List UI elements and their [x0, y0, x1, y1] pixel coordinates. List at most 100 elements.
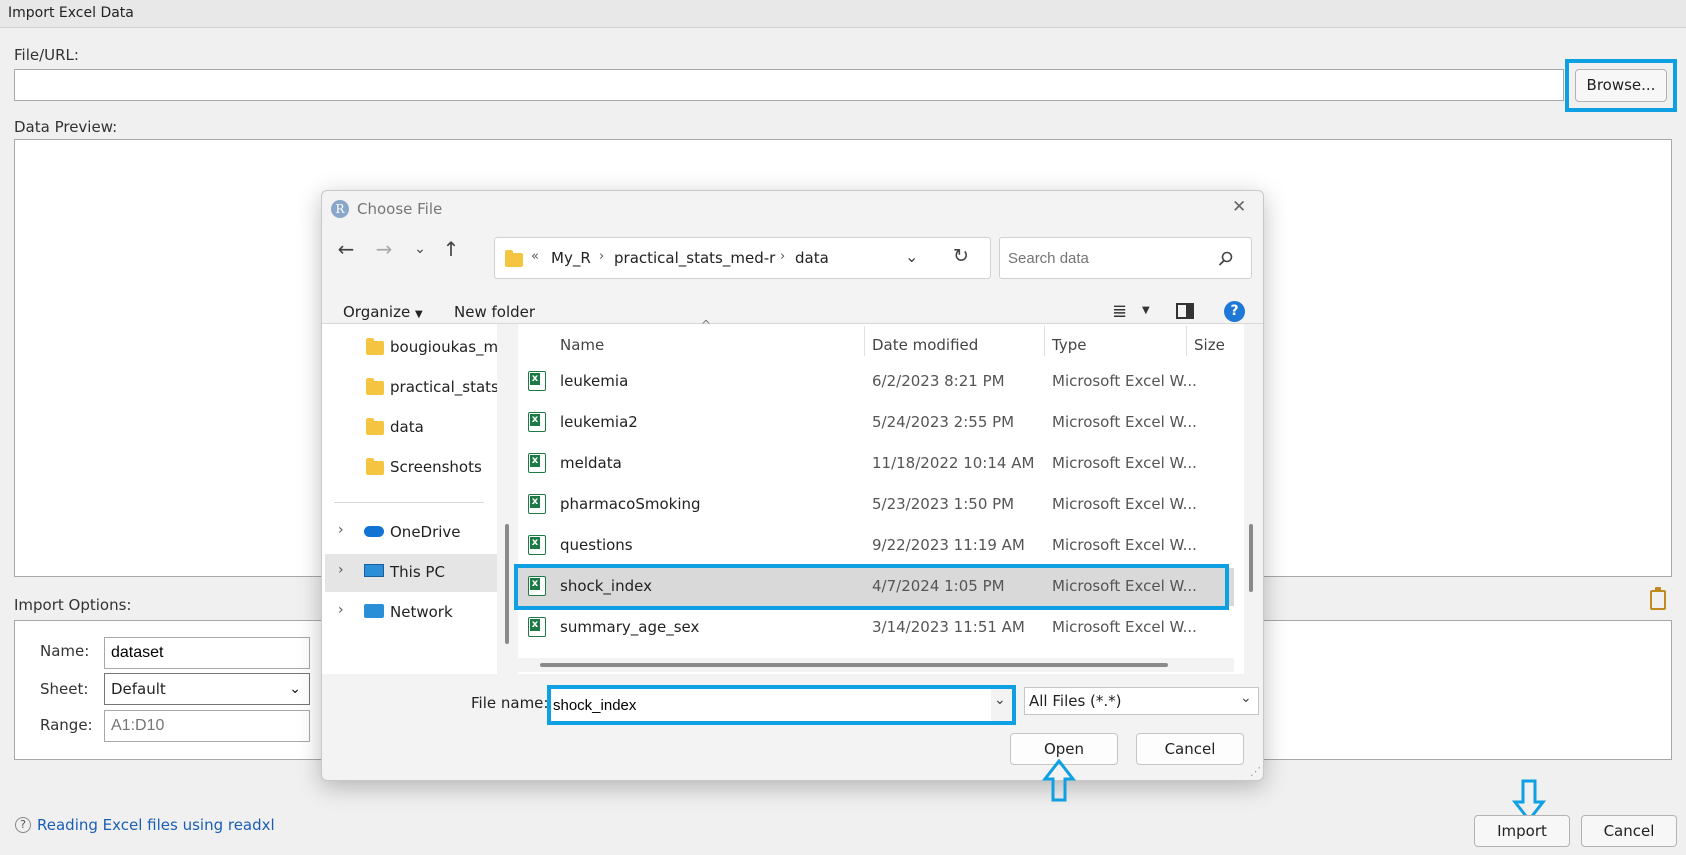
search-box[interactable]: [999, 237, 1252, 279]
horizontal-scrollbar-thumb[interactable]: [540, 663, 1168, 667]
nav-item-label: Network: [390, 603, 453, 621]
data-preview-label: Data Preview:: [14, 118, 118, 136]
address-bar[interactable]: « My_R › practical_stats_med-r › data ⌄ …: [494, 237, 991, 279]
up-icon[interactable]: ↑: [437, 235, 465, 263]
column-separator[interactable]: [1186, 326, 1187, 356]
file-type: Microsoft Excel W...: [1052, 618, 1197, 636]
recent-locations-icon[interactable]: ⌄: [406, 235, 434, 263]
new-folder-button[interactable]: New folder: [454, 303, 535, 321]
organize-menu[interactable]: Organize ▼: [343, 303, 423, 321]
dialog-titlebar: R Choose File ✕: [322, 191, 1263, 227]
file-name: leukemia2: [560, 413, 638, 431]
horizontal-scrollbar[interactable]: [518, 658, 1234, 672]
chevron-down-icon[interactable]: ⌄: [994, 692, 1006, 708]
file-row[interactable]: summary_age_sex 3/14/2023 11:51 AM Micro…: [518, 609, 1234, 647]
r-logo-icon: R: [331, 200, 349, 218]
import-options-label: Import Options:: [14, 596, 132, 614]
file-row[interactable]: meldata 11/18/2022 10:14 AM Microsoft Ex…: [518, 445, 1234, 483]
file-url-input[interactable]: [14, 69, 1564, 101]
nav-scrollbar-thumb[interactable]: [505, 524, 509, 644]
vertical-scrollbar[interactable]: [1244, 324, 1258, 674]
back-icon[interactable]: ←: [332, 235, 360, 263]
range-input[interactable]: [104, 710, 310, 742]
browse-button[interactable]: Browse...: [1575, 69, 1667, 102]
sheet-label: Sheet:: [40, 680, 89, 698]
column-header-name[interactable]: Name: [560, 336, 604, 354]
file-name: leukemia: [560, 372, 629, 390]
nav-item[interactable]: data: [322, 412, 497, 442]
excel-file-icon: [528, 494, 546, 514]
clipboard-icon[interactable]: [1650, 587, 1666, 610]
vertical-scrollbar-thumb[interactable]: [1249, 524, 1253, 592]
file-row[interactable]: pharmacoSmoking 5/23/2023 1:50 PM Micros…: [518, 486, 1234, 524]
breadcrumb-overflow[interactable]: «: [531, 249, 539, 264]
file-row[interactable]: questions 9/22/2023 11:19 AM Microsoft E…: [518, 527, 1234, 565]
file-date: 9/22/2023 11:19 AM: [872, 536, 1025, 554]
sheet-select[interactable]: Default ⌄: [104, 673, 310, 705]
caret-down-icon[interactable]: ▼: [1142, 305, 1150, 316]
folder-icon: [366, 378, 384, 395]
chevron-right-icon: ›: [338, 562, 344, 578]
file-date: 6/2/2023 8:21 PM: [872, 372, 1005, 390]
view-list-icon[interactable]: ≣: [1112, 301, 1127, 322]
nav-divider: [334, 502, 484, 503]
column-header-date[interactable]: Date modified: [872, 336, 978, 354]
refresh-icon[interactable]: ↻: [953, 245, 969, 267]
file-name: questions: [560, 536, 633, 554]
file-type: Microsoft Excel W...: [1052, 536, 1197, 554]
nav-item[interactable]: Screenshots: [322, 452, 497, 482]
file-type: Microsoft Excel W...: [1052, 454, 1197, 472]
resize-grip-icon[interactable]: ⋰: [1250, 765, 1261, 778]
column-separator[interactable]: [864, 326, 865, 356]
nav-item[interactable]: practical_stats_n: [322, 372, 497, 402]
excel-file-icon: [528, 412, 546, 432]
file-type-value: All Files (*.*): [1029, 692, 1122, 710]
file-date: 11/18/2022 10:14 AM: [872, 454, 1035, 472]
folder-icon: [366, 458, 384, 475]
column-separator[interactable]: [1044, 326, 1045, 356]
file-row[interactable]: leukemia2 5/24/2023 2:55 PM Microsoft Ex…: [518, 404, 1234, 442]
column-header-size[interactable]: Size: [1194, 336, 1225, 354]
search-icon: [1218, 251, 1233, 266]
name-input[interactable]: [104, 637, 310, 669]
dialog-title: Choose File: [357, 200, 443, 218]
file-date: 5/24/2023 2:55 PM: [872, 413, 1015, 431]
file-name: pharmacoSmoking: [560, 495, 701, 513]
excel-file-icon: [528, 535, 546, 555]
help-icon: ?: [15, 817, 31, 833]
search-input[interactable]: [1006, 244, 1206, 272]
nav-item-label: practical_stats_n: [390, 378, 497, 396]
close-icon[interactable]: ✕: [1232, 197, 1246, 217]
file-type: Microsoft Excel W...: [1052, 495, 1197, 513]
breadcrumb-item[interactable]: My_R: [551, 249, 591, 267]
nav-item-onedrive[interactable]: › OneDrive: [322, 514, 497, 552]
chevron-right-icon: ›: [599, 249, 605, 264]
name-label: Name:: [40, 642, 90, 660]
nav-item-network[interactable]: › Network: [322, 594, 497, 632]
file-row[interactable]: leukemia 6/2/2023 8:21 PM Microsoft Exce…: [518, 363, 1234, 401]
chevron-down-icon[interactable]: ⌄: [905, 247, 918, 266]
nav-scrollbar[interactable]: [500, 324, 514, 674]
help-icon[interactable]: ?: [1224, 301, 1245, 322]
file-name-input[interactable]: [551, 689, 991, 721]
import-button[interactable]: Import: [1474, 815, 1570, 847]
breadcrumb-item[interactable]: data: [795, 249, 829, 267]
file-type-select[interactable]: All Files (*.*) ⌄: [1024, 687, 1259, 715]
main-cancel-button[interactable]: Cancel: [1581, 815, 1677, 847]
preview-pane-icon[interactable]: [1176, 303, 1194, 319]
selected-row-highlight: [514, 564, 1229, 610]
forward-icon[interactable]: →: [370, 235, 398, 263]
file-name-label: File name:: [471, 694, 549, 712]
nav-item-this-pc[interactable]: › This PC: [325, 554, 497, 592]
excel-file-icon: [528, 453, 546, 473]
navigation-pane: bougioukas_mu practical_stats_n data Scr…: [322, 324, 497, 674]
cloud-icon: [364, 526, 384, 537]
browse-highlight: Browse...: [1565, 59, 1677, 112]
folder-icon: [366, 418, 384, 435]
readxl-help-link[interactable]: Reading Excel files using readxl: [37, 816, 275, 834]
dialog-cancel-button[interactable]: Cancel: [1136, 733, 1244, 765]
chevron-right-icon: ›: [338, 522, 344, 538]
column-header-type[interactable]: Type: [1052, 336, 1086, 354]
nav-item[interactable]: bougioukas_mu: [322, 332, 497, 362]
breadcrumb-item[interactable]: practical_stats_med-r: [614, 249, 775, 267]
